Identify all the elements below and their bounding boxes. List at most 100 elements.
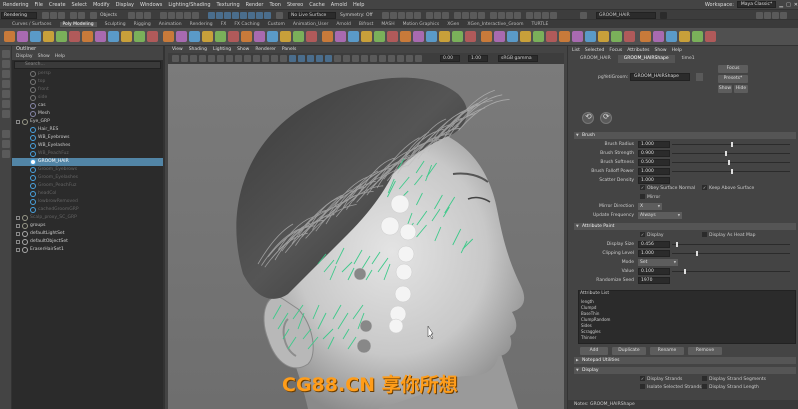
shelf-tab-animation[interactable]: Animation: [159, 22, 182, 27]
randomize-seed-field[interactable]: 1970: [638, 277, 670, 284]
snap-view-icon[interactable]: [232, 12, 239, 19]
hypershade-icon[interactable]: [406, 12, 413, 19]
presets-button[interactable]: Presets*: [718, 75, 748, 83]
shelf-planar-uv-icon[interactable]: [572, 31, 583, 42]
shelf-tab-mash[interactable]: MASH: [381, 22, 394, 27]
sign-in-icon[interactable]: [660, 12, 667, 19]
shelf-append-icon[interactable]: [400, 31, 411, 42]
xray-components-icon[interactable]: [550, 12, 557, 19]
display-strand-length-checkbox[interactable]: Display Strand Length: [702, 384, 759, 391]
layout-four-icon[interactable]: [2, 140, 10, 148]
exposure-icon[interactable]: [406, 55, 413, 62]
isolate-selected-strands-checkbox[interactable]: Isolate Selected Strands: [640, 384, 702, 391]
shelf-auto-uv-icon[interactable]: [585, 31, 596, 42]
maximize-icon[interactable]: □: [786, 2, 791, 8]
shelf-tab-animation-user[interactable]: Animation_User: [293, 22, 328, 27]
objects-label[interactable]: Objects: [100, 12, 117, 19]
brush-softness-knob[interactable]: [728, 160, 730, 165]
xray-joints-icon[interactable]: [542, 12, 549, 19]
select-curve-icon[interactable]: [176, 12, 183, 19]
shelf-tab-fx-caching[interactable]: FX Caching: [234, 22, 259, 27]
last-tool-icon[interactable]: [2, 110, 10, 118]
attribute-list-item[interactable]: BaseThin: [581, 311, 599, 316]
smooth-shade-icon[interactable]: [298, 55, 305, 62]
shelf-reduce-icon[interactable]: [280, 31, 291, 42]
textured-icon[interactable]: [316, 55, 323, 62]
menu-create[interactable]: Create: [49, 2, 66, 8]
ae-tab-groom-hair-shape[interactable]: GROOM_HAIRShape: [617, 55, 675, 63]
outliner-item[interactable]: WB_Eyebrows: [12, 134, 163, 142]
redo-groom-icon[interactable]: [600, 112, 612, 124]
brush-strength-knob[interactable]: [725, 151, 727, 156]
outliner-item[interactable]: top: [12, 78, 163, 86]
select-handle-icon[interactable]: [160, 12, 167, 19]
paint-value-slider[interactable]: [672, 271, 790, 272]
bookmark-icon[interactable]: [190, 55, 197, 62]
render-view-icon[interactable]: [414, 12, 421, 19]
viewport-menu-lighting[interactable]: Lighting: [213, 47, 231, 52]
grid-icon[interactable]: [226, 55, 233, 62]
brush-softness-field[interactable]: 0.500: [638, 159, 670, 166]
snap-grid-icon[interactable]: [208, 12, 215, 19]
minimize-icon[interactable]: ▁: [779, 2, 783, 8]
brush-radius-field[interactable]: 1.000: [638, 141, 670, 148]
paint-value-knob[interactable]: [684, 269, 686, 274]
outliner-menu-show[interactable]: Show: [38, 54, 50, 59]
display-strand-segments-checkbox[interactable]: Display Strand Segments: [702, 376, 766, 383]
add-attribute-button[interactable]: Add: [580, 347, 608, 355]
brush-falloff-knob[interactable]: [731, 169, 733, 174]
open-scene-icon[interactable]: [50, 12, 57, 19]
shelf-disc-icon[interactable]: [82, 31, 93, 42]
menu-display[interactable]: Display: [116, 2, 134, 8]
smooth-shade-icon[interactable]: [462, 12, 469, 19]
viewport-menu-view[interactable]: View: [172, 47, 183, 52]
hierarchy-mode-icon[interactable]: [128, 12, 135, 19]
shelf-tab-rigging[interactable]: Rigging: [134, 22, 151, 27]
select-surface-icon[interactable]: [184, 12, 191, 19]
shelf-tab-fx[interactable]: FX: [221, 22, 227, 27]
snap-vertex-icon[interactable]: [248, 12, 255, 19]
select-deform-icon[interactable]: [192, 12, 199, 19]
section-attribute-paint[interactable]: Attribute Paint: [574, 223, 796, 230]
menu-toon[interactable]: Toon: [269, 2, 281, 8]
render-settings-icon[interactable]: [398, 12, 405, 19]
shelf-torus-icon[interactable]: [56, 31, 67, 42]
camera-attributes-icon[interactable]: [181, 55, 188, 62]
ae-tab-groom-hair[interactable]: GROOM_HAIR: [574, 55, 617, 63]
snap-pivot-icon[interactable]: [264, 12, 271, 19]
attribute-list-item[interactable]: Sides: [581, 323, 592, 328]
shelf-sweep-icon[interactable]: [228, 31, 239, 42]
menu-set-select[interactable]: Rendering: [1, 12, 37, 19]
shelf-mirror-icon[interactable]: [293, 31, 304, 42]
menu-file[interactable]: File: [35, 2, 43, 8]
wireframe-icon[interactable]: [289, 55, 296, 62]
menu-lighting-shading[interactable]: Lighting/Shading: [168, 2, 210, 8]
node-link-icon[interactable]: [696, 73, 703, 81]
section-notepad-utilities[interactable]: Notepad Utilities: [574, 357, 796, 364]
menu-select[interactable]: Select: [72, 2, 87, 8]
ae-menu-attributes[interactable]: Attributes: [627, 48, 649, 53]
attribute-list-item[interactable]: Thinner: [581, 335, 596, 340]
shelf-wedge-icon[interactable]: [546, 31, 557, 42]
menu-arnold[interactable]: Arnold: [331, 2, 347, 8]
outliner-item[interactable]: EraserHairSet1: [12, 246, 163, 254]
shelf-tab-motion-graphics[interactable]: Motion Graphics: [403, 22, 440, 27]
tool-settings-icon[interactable]: [772, 12, 779, 19]
ae-menu-help[interactable]: Help: [672, 48, 682, 53]
shelf-svg-icon[interactable]: [215, 31, 226, 42]
outliner-item[interactable]: Mesh: [12, 110, 163, 118]
field-chart-icon[interactable]: [262, 55, 269, 62]
default-material-icon[interactable]: [307, 55, 314, 62]
section-brush[interactable]: Brush: [574, 132, 796, 139]
menu-rendering[interactable]: Rendering: [3, 2, 29, 8]
use-lights-icon[interactable]: [478, 12, 485, 19]
layout-outliner-icon[interactable]: [2, 150, 10, 158]
shelf-tab-arnold[interactable]: Arnold: [336, 22, 351, 27]
brush-falloff-field[interactable]: 1.000: [638, 168, 670, 175]
snap-point-icon[interactable]: [224, 12, 231, 19]
resolution-gate-icon[interactable]: [244, 55, 251, 62]
paint-value-field[interactable]: 0.100: [638, 268, 670, 275]
grease-pencil-icon[interactable]: [217, 55, 224, 62]
rotate-tool-icon[interactable]: [2, 90, 10, 98]
viewport-menu-renderer[interactable]: Renderer: [255, 47, 276, 52]
